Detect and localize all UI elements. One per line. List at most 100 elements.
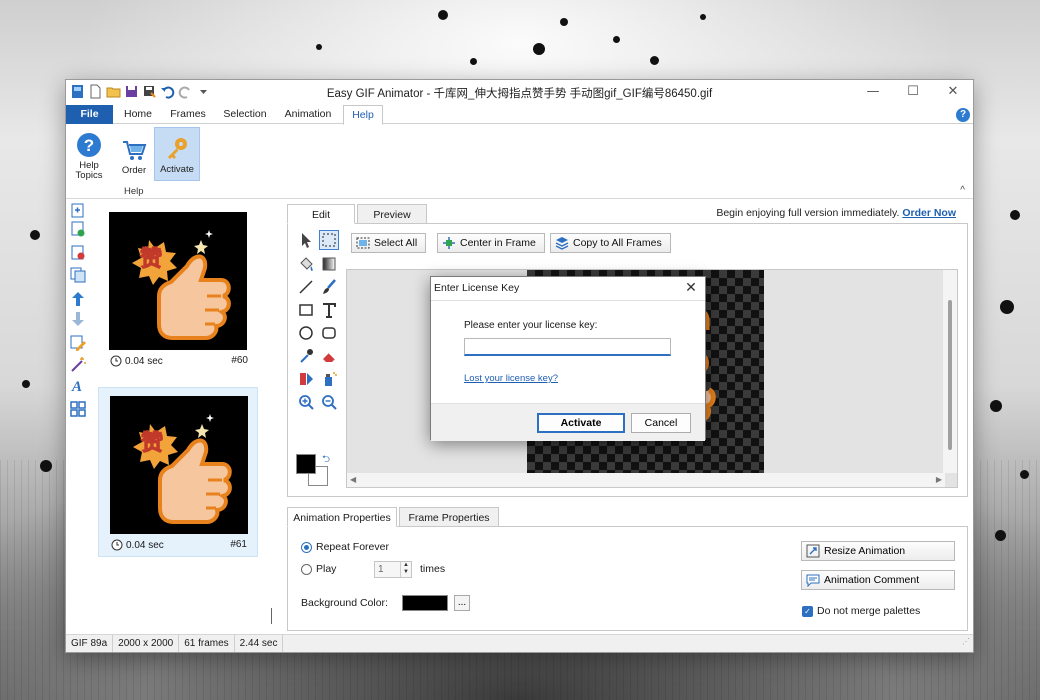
- grid-view-icon[interactable]: [69, 400, 87, 418]
- select-all-button[interactable]: Select All: [351, 233, 427, 253]
- tab-frame-properties[interactable]: Frame Properties: [399, 507, 499, 527]
- help-icon[interactable]: ?: [956, 108, 970, 122]
- center-in-frame-button[interactable]: Center in Frame: [437, 233, 545, 253]
- help-topics-button[interactable]: ? Help Topics: [70, 127, 108, 183]
- no-merge-palettes-checkbox[interactable]: ✓ Do not merge palettes: [802, 605, 920, 617]
- lost-license-key-link[interactable]: Lost your license key?: [464, 373, 558, 384]
- svg-text:?: ?: [84, 136, 94, 155]
- stepper-arrows-icon[interactable]: ▲ ▼: [400, 562, 411, 577]
- foreground-color-swatch[interactable]: [296, 454, 316, 474]
- eyedropper-icon[interactable]: [296, 346, 316, 366]
- move-down-icon[interactable]: [69, 310, 87, 328]
- times-label: times: [420, 563, 446, 575]
- resize-animation-button[interactable]: Resize Animation: [801, 541, 955, 561]
- background-dot: [40, 460, 52, 472]
- help-group-label: Help: [124, 186, 144, 197]
- license-key-dialog: Enter License Key ✕ Please enter your li…: [430, 276, 706, 441]
- dialog-footer: Activate Cancel: [431, 403, 705, 441]
- tab-selection[interactable]: Selection: [218, 105, 272, 124]
- tab-animation[interactable]: Animation: [280, 105, 336, 124]
- background-dot: [1000, 300, 1014, 314]
- order-button[interactable]: Order: [116, 127, 152, 183]
- tab-animation-properties[interactable]: Animation Properties: [287, 507, 397, 527]
- repeat-forever-radio[interactable]: Repeat Forever: [301, 541, 389, 553]
- text-tool-icon[interactable]: [319, 300, 339, 320]
- frame-number: #61: [230, 539, 247, 550]
- activate-label: Activate: [160, 164, 194, 175]
- tab-help[interactable]: Help: [343, 105, 383, 125]
- dialog-title: Enter License Key: [434, 282, 520, 294]
- move-up-icon[interactable]: [69, 290, 87, 308]
- ellipse-tool-icon[interactable]: [296, 323, 316, 343]
- promo-text: Begin enjoying full version immediately.: [716, 207, 900, 219]
- tab-file[interactable]: File: [66, 105, 113, 124]
- zoom-out-icon[interactable]: [319, 392, 339, 412]
- question-icon: ?: [77, 133, 101, 157]
- gradient-icon[interactable]: [319, 254, 339, 274]
- status-frames: 61 frames: [179, 635, 235, 652]
- cancel-dialog-button[interactable]: Cancel: [631, 413, 691, 433]
- tab-preview[interactable]: Preview: [357, 204, 427, 224]
- background-dot: [560, 18, 568, 26]
- activate-dialog-button[interactable]: Activate: [537, 413, 625, 433]
- magic-wand-icon[interactable]: [69, 356, 87, 374]
- activate-button[interactable]: Activate: [154, 127, 200, 181]
- background-dot: [316, 44, 322, 50]
- text-effect-icon[interactable]: A: [69, 376, 87, 395]
- tab-frames[interactable]: Frames: [166, 105, 210, 124]
- maximize-button[interactable]: ☐: [893, 80, 933, 102]
- horizontal-scrollbar[interactable]: ◀ ▶: [347, 473, 945, 487]
- animation-comment-button[interactable]: Animation Comment: [801, 570, 955, 590]
- resize-animation-label: Resize Animation: [824, 545, 906, 557]
- tab-edit[interactable]: Edit: [287, 204, 355, 224]
- checkbox-checked-icon: ✓: [802, 605, 813, 617]
- frame-thumbnail: 赞: [109, 212, 247, 350]
- rounded-rect-icon[interactable]: [319, 323, 339, 343]
- frame-duration-label: 0.04 sec: [126, 539, 164, 551]
- dialog-body: Please enter your license key: Lost your…: [431, 300, 705, 441]
- spray-icon[interactable]: [319, 369, 339, 389]
- order-now-link[interactable]: Order Now: [902, 207, 956, 219]
- zoom-in-icon[interactable]: [296, 392, 316, 412]
- resize-grip-icon[interactable]: ⋰: [962, 633, 970, 650]
- frame-item-selected[interactable]: 赞 0.04 sec #61: [98, 387, 258, 557]
- brush-icon[interactable]: [319, 277, 339, 297]
- clock-icon: [110, 355, 122, 367]
- fill-bucket-icon[interactable]: [296, 254, 316, 274]
- play-count-stepper[interactable]: 1 ▲ ▼: [374, 561, 412, 578]
- duplicate-frame-icon[interactable]: [69, 266, 87, 284]
- frame-item[interactable]: 赞 0.04 sec #60: [98, 204, 258, 374]
- copy-to-all-frames-button[interactable]: Copy to All Frames: [550, 233, 671, 253]
- swap-colors-icon[interactable]: ⮌: [322, 452, 330, 469]
- pointer-tool-icon[interactable]: [296, 230, 316, 250]
- add-frame-icon[interactable]: [69, 202, 87, 220]
- background-dot: [1010, 210, 1020, 220]
- background-dot: [1020, 470, 1029, 479]
- dialog-close-button[interactable]: ✕: [677, 277, 705, 299]
- play-radio[interactable]: Play: [301, 563, 336, 575]
- frame-thumbnail: 赞: [110, 396, 248, 534]
- vertical-scrollbar[interactable]: [943, 270, 957, 473]
- layers-icon: [555, 237, 569, 250]
- panel-splitter[interactable]: [271, 608, 272, 624]
- background-dot: [613, 36, 620, 43]
- eraser-icon[interactable]: [319, 346, 339, 366]
- radio-unselected-icon: [301, 563, 312, 575]
- line-tool-icon[interactable]: [296, 277, 316, 297]
- tab-home[interactable]: Home: [118, 105, 158, 124]
- background-color-picker[interactable]: [402, 595, 448, 611]
- license-key-input[interactable]: [464, 338, 671, 356]
- resize-icon: [806, 544, 820, 558]
- delete-frame-icon[interactable]: [69, 244, 87, 262]
- radio-selected-icon: [301, 541, 312, 553]
- flip-icon[interactable]: [296, 369, 316, 389]
- insert-frame-icon[interactable]: [69, 220, 87, 238]
- edit-frame-icon[interactable]: [69, 334, 87, 352]
- collapse-ribbon-icon[interactable]: ^: [960, 185, 965, 196]
- rectangle-tool-icon[interactable]: [296, 300, 316, 320]
- choose-color-button[interactable]: ...: [454, 595, 470, 611]
- rectangle-select-icon[interactable]: [319, 230, 339, 250]
- minimize-button[interactable]: —: [853, 80, 893, 102]
- frame-duration: 0.04 sec: [111, 539, 164, 551]
- close-button[interactable]: ✕: [933, 80, 973, 102]
